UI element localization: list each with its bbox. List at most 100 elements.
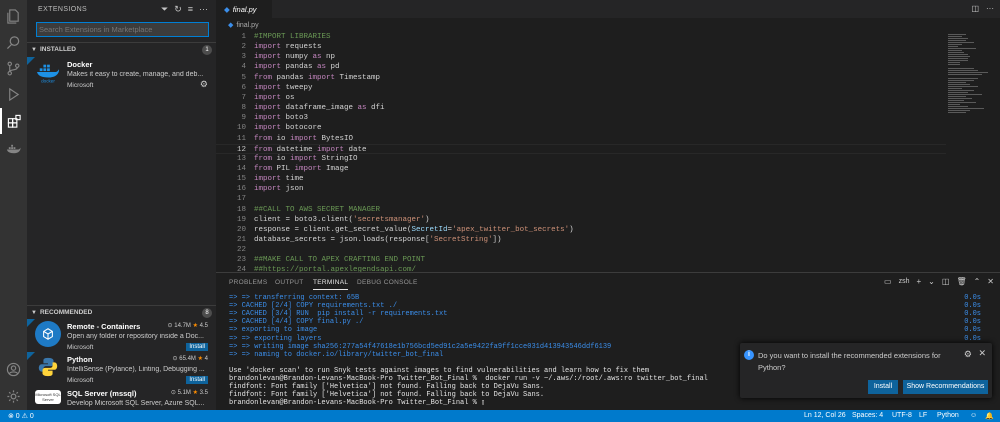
chevron-down-icon[interactable]: ⌄ — [928, 277, 935, 286]
line-text: from io import BytesIO — [254, 134, 353, 144]
code-token: import — [254, 83, 282, 92]
cursor-position[interactable]: Ln 12, Col 26 — [804, 412, 846, 419]
extension-name: SQL Server (mssql) — [67, 389, 137, 398]
minimap-line — [948, 112, 966, 113]
sidebar-toolbar: ⏷ ↻ ≡ ··· — [161, 4, 208, 15]
code-line[interactable]: 4 import pandas as pd — [216, 62, 946, 72]
extension-search-input[interactable] — [36, 22, 209, 37]
minimap-line — [948, 48, 976, 49]
notification-gear-icon[interactable]: ⚙ — [964, 349, 972, 360]
code-token: import — [290, 134, 318, 143]
code-line[interactable]: 9 import boto3 — [216, 113, 946, 123]
new-terminal-icon[interactable]: + — [917, 277, 922, 286]
clear-icon[interactable]: ≡ — [188, 4, 193, 15]
code-token: SecretId — [411, 225, 448, 234]
feedback-icon[interactable]: ☺ — [970, 412, 977, 419]
explorer-icon[interactable] — [0, 3, 27, 29]
split-editor-icon[interactable]: ◫ — [971, 4, 979, 13]
code-line[interactable]: 8 import dataframe_image as dfi — [216, 103, 946, 113]
filter-icon[interactable]: ⏷ — [161, 4, 168, 15]
code-line[interactable]: 10 import botocore — [216, 123, 946, 133]
code-line[interactable]: 3 import numpy as np — [216, 52, 946, 62]
notifications-bell-icon[interactable]: 🔔 — [985, 412, 994, 420]
run-debug-icon[interactable] — [0, 81, 27, 107]
more-actions-icon[interactable]: ··· — [986, 4, 994, 13]
code-line[interactable]: 11 from io import BytesIO — [216, 134, 946, 144]
extension-description: IntelliSense (Pylance), Linting, Debuggi… — [67, 366, 205, 373]
line-number: 16 — [236, 185, 246, 194]
code-line[interactable]: 17 — [216, 194, 946, 204]
code-line[interactable]: 14 from PIL import Image — [216, 164, 946, 174]
code-line[interactable]: 20 response = client.get_secret_value(Sec… — [216, 225, 946, 235]
manage-gear-icon[interactable] — [0, 383, 27, 409]
tab-debug-console[interactable]: DEBUG CONSOLE — [357, 279, 418, 286]
code-line[interactable]: 5 from pandas import Timestamp — [216, 73, 946, 83]
code-line[interactable]: 19 client = boto3.client('secretsmanager'… — [216, 215, 946, 225]
search-icon[interactable] — [0, 29, 27, 55]
line-number: 10 — [236, 124, 246, 133]
source-control-icon[interactable] — [0, 55, 27, 81]
editor-actions: ◫ ··· — [971, 4, 994, 13]
docker-icon[interactable] — [0, 136, 27, 162]
code-line[interactable]: 15 import time — [216, 174, 946, 184]
chevron-up-icon[interactable]: ⌃ — [974, 277, 981, 286]
code-editor[interactable]: 1 #IMPORT LIBRARIES 2 import requests 3 impor… — [216, 32, 946, 272]
tab-output[interactable]: OUTPUT — [275, 279, 304, 286]
line-number: 20 — [236, 225, 246, 234]
code-line[interactable]: 12 from datetime import date — [216, 143, 946, 154]
recommended-section-header[interactable]: ▼ RECOMMENDED 8 — [27, 305, 216, 319]
extension-item-sql-server[interactable]: Microsoft SQL Server SQL Server (mssql) … — [27, 386, 216, 410]
code-token: numpy — [281, 53, 313, 62]
code-token: import — [254, 93, 282, 102]
code-token: import — [290, 154, 318, 163]
install-button[interactable]: Install — [186, 376, 208, 384]
manage-extension-gear-icon[interactable]: ⚙ — [200, 79, 208, 90]
extensions-sidebar: EXTENSIONS ⏷ ↻ ≡ ··· ▼ INSTALLED 1 docke… — [27, 0, 216, 410]
code-line[interactable]: 22 — [216, 245, 946, 255]
tab-final-py[interactable]: ◆ final.py — [216, 0, 272, 18]
code-line[interactable]: 7 import os — [216, 93, 946, 103]
encoding[interactable]: UTF-8 — [892, 412, 912, 419]
minimap-line — [948, 38, 968, 39]
close-panel-icon[interactable]: ✕ — [987, 277, 994, 286]
close-icon[interactable]: ✕ — [978, 348, 986, 359]
tab-problems[interactable]: PROBLEMS — [229, 279, 268, 286]
extension-item-docker[interactable]: docker Docker Makes it easy to create, m… — [27, 57, 216, 97]
trash-icon[interactable]: 🗑 — [956, 277, 966, 286]
installed-section-header[interactable]: ▼ INSTALLED 1 — [27, 42, 216, 56]
extension-stats: ⊙ 5.1M ★ 3.5 — [171, 389, 208, 396]
problems-status[interactable]: ⊗ 0 ⚠ 0 — [8, 412, 34, 420]
breadcrumb-file[interactable]: final.py — [236, 22, 258, 29]
install-button[interactable]: Install — [868, 380, 898, 394]
indentation[interactable]: Spaces: 4 — [852, 412, 883, 419]
tab-terminal[interactable]: TERMINAL — [313, 279, 349, 290]
line-ending[interactable]: LF — [919, 412, 927, 419]
refresh-icon[interactable]: ↻ — [174, 4, 182, 15]
install-button[interactable]: Install — [186, 343, 208, 351]
terminal-line: => CACHED [2/4] COPY requirements.txt ./ — [229, 302, 398, 311]
installed-count-badge: 1 — [202, 45, 212, 55]
code-line[interactable]: 1 #IMPORT LIBRARIES — [216, 32, 946, 42]
extensions-icon[interactable] — [0, 108, 27, 134]
terminal-line: => CACHED [4/4] COPY final.py ./ — [229, 318, 364, 327]
code-line[interactable]: 16 import json — [216, 184, 946, 194]
code-line[interactable]: 23 ##MAKE CALL TO APEX CRAFTING END POINT — [216, 255, 946, 265]
shell-selector[interactable]: zsh — [899, 278, 910, 285]
code-line[interactable]: 13 from io import StringIO — [216, 154, 946, 164]
code-token: from — [254, 73, 273, 82]
line-text: from PIL import Image — [254, 164, 349, 174]
accounts-icon[interactable] — [0, 356, 27, 382]
code-line[interactable]: 21 database_secrets = json.loads(response… — [216, 235, 946, 245]
code-token: from — [254, 164, 273, 173]
show-recommendations-button[interactable]: Show Recommendations — [903, 380, 988, 394]
code-line[interactable]: 6 import tweepy — [216, 83, 946, 93]
extension-name: Docker — [67, 60, 93, 69]
code-line[interactable]: 18 ##CALL TO AWS SECRET MANAGER — [216, 205, 946, 215]
minimap-line — [948, 56, 970, 57]
terminal-line: => exporting to image — [229, 326, 318, 335]
code-line[interactable]: 2 import requests — [216, 42, 946, 52]
minimap[interactable] — [946, 32, 992, 272]
more-icon[interactable]: ··· — [199, 4, 208, 15]
split-terminal-icon[interactable]: ◫ — [942, 277, 950, 286]
language-mode[interactable]: Python — [937, 412, 959, 419]
